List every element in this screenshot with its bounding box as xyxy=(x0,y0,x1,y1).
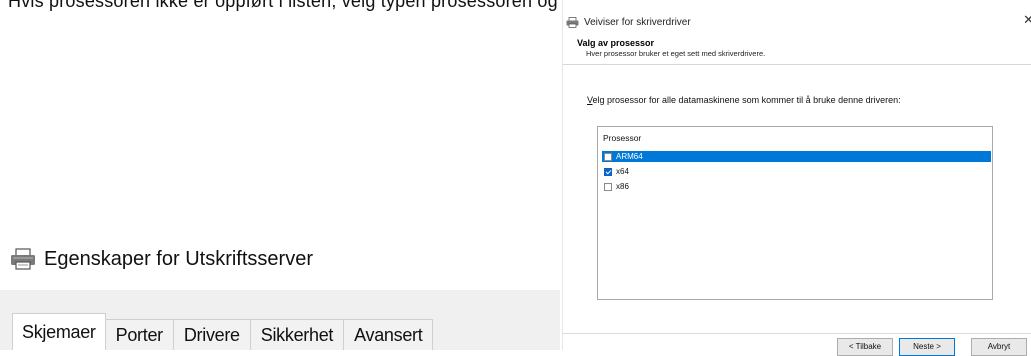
wizard-title-bar: Veiviser for skriverdriver xyxy=(566,14,691,30)
processor-label: x64 xyxy=(616,167,629,176)
processor-list-header: Prosessor xyxy=(603,133,642,143)
processor-label: ARM64 xyxy=(616,152,643,161)
instruction-label: Velg prosessor for alle datamaskinene so… xyxy=(587,95,901,105)
printer-icon xyxy=(566,16,579,28)
processor-label: x86 xyxy=(616,182,629,191)
wizard-step-subtitle: Hver prosessor bruker et eget sett med s… xyxy=(586,49,766,58)
tab-sikkerhet[interactable]: Sikkerhet xyxy=(249,319,345,350)
checkbox-checked-icon[interactable] xyxy=(604,167,612,176)
tab-drivere[interactable]: Drivere xyxy=(172,319,251,350)
print-server-properties-dialog: Egenskaper for Utskriftsserver Skjemaer … xyxy=(0,0,560,350)
dialog-title: Egenskaper for Utskriftsserver xyxy=(44,247,313,270)
tab-porter[interactable]: Porter xyxy=(104,319,174,350)
processor-row-x64[interactable]: x64 xyxy=(602,166,991,177)
footer-separator xyxy=(563,333,1031,334)
cancel-button[interactable]: Avbryt xyxy=(971,338,1027,356)
printer-icon xyxy=(11,248,35,270)
wizard-title: Veiviser for skriverdriver xyxy=(584,16,691,28)
tab-avansert[interactable]: Avansert xyxy=(343,319,434,350)
processor-checkbox-arm64[interactable] xyxy=(604,152,612,161)
printer-driver-wizard: Veiviser for skriverdriver ✕ Valg av pro… xyxy=(562,0,1031,356)
processor-list[interactable]: Prosessor ARM64 x64 x86 xyxy=(597,126,993,300)
instruction-text: elg prosessor for alle datamaskinene som… xyxy=(592,95,901,105)
processor-row-arm64[interactable]: ARM64 xyxy=(602,151,991,162)
wizard-step-title: Valg av prosessor xyxy=(577,38,655,48)
next-button[interactable]: Neste > xyxy=(899,338,955,356)
close-icon[interactable]: ✕ xyxy=(1023,12,1031,28)
header-separator xyxy=(563,64,1031,65)
processor-checkbox-x86[interactable] xyxy=(604,182,612,191)
tab-skjemaer[interactable]: Skjemaer xyxy=(12,313,106,350)
dialog-title-bar: Egenskaper for Utskriftsserver xyxy=(10,243,313,275)
tab-strip: Skjemaer Porter Drivere Sikkerhet Avanse… xyxy=(12,312,434,350)
back-button[interactable]: < Tilbake xyxy=(837,338,893,356)
processor-row-x86[interactable]: x86 xyxy=(602,181,991,192)
